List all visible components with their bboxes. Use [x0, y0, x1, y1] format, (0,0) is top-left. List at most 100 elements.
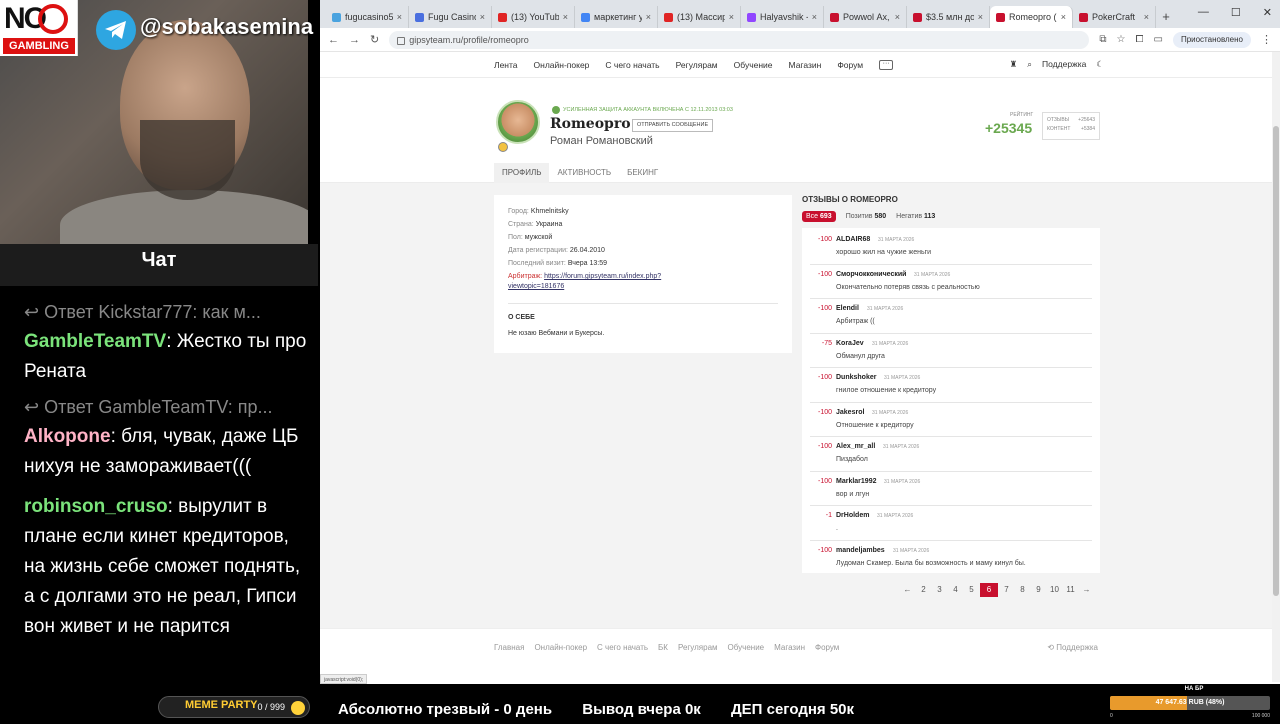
page-link[interactable]: ←	[900, 583, 915, 597]
review-author[interactable]: Marklar1992	[836, 478, 876, 485]
page-link[interactable]: →	[1079, 583, 1094, 597]
info-value: 26.04.2010	[569, 247, 605, 254]
sidebar-icon[interactable]: ▭	[1153, 34, 1162, 45]
page-link[interactable]: 9	[1031, 583, 1046, 597]
tab-activity[interactable]: АКТИВНОСТЬ	[549, 163, 619, 183]
tab-backing[interactable]: БЕКИНГ	[619, 163, 666, 183]
support-link[interactable]: Поддержка	[1042, 59, 1086, 70]
maximize-icon[interactable]: ☐	[1231, 6, 1241, 19]
browser-tab[interactable]: (13) Массировани ×	[658, 6, 741, 28]
arbitrage-link-cont[interactable]: viewtopic=181676	[508, 283, 564, 290]
new-tab-button[interactable]: +	[1156, 6, 1176, 28]
tab-close-icon[interactable]: ×	[729, 12, 734, 22]
review-item: -100 Сморчокконический 31 МАРТА 2026 Оконча…	[810, 265, 1092, 299]
bookmark-star-icon[interactable]: ☆	[1117, 34, 1126, 45]
send-message-button[interactable]: ОТПРАВИТЬ СООБЩЕНИЕ	[632, 119, 714, 132]
profile-chip[interactable]: Приостановлено	[1172, 31, 1251, 48]
footer-nav-item[interactable]: Онлайн-покер	[534, 643, 587, 652]
info-value: Украина	[535, 221, 563, 228]
footer-nav-item[interactable]: Магазин	[774, 643, 805, 652]
tab-close-icon[interactable]: ×	[812, 12, 817, 22]
url-field[interactable]: gipsyteam.ru/profile/romeopro	[389, 30, 1090, 49]
browser-tab[interactable]: $3.5 млн долгов, / ×	[907, 6, 990, 28]
page-link[interactable]: 11	[1063, 583, 1078, 597]
footer-nav-item[interactable]: С чего начать	[597, 643, 648, 652]
filter-all[interactable]: Все 693	[802, 211, 836, 222]
filter-positive[interactable]: Позитив 580	[846, 213, 886, 220]
chat-message: GambleTeamTV: Жестко ты про Рената	[24, 327, 308, 387]
browser-tab[interactable]: маркетинг ударил ×	[575, 6, 658, 28]
extensions-icon[interactable]: ⧠	[1135, 34, 1143, 45]
review-item: -1 DrHoldem 31 МАРТА 2026.	[810, 506, 1092, 541]
scrollbar-thumb[interactable]	[1273, 126, 1279, 596]
review-author[interactable]: Elendil	[836, 305, 859, 312]
site-nav-item[interactable]: Лента	[494, 60, 518, 70]
review-author[interactable]: DrHoldem	[836, 512, 869, 519]
tab-title: PokerCraft	[1092, 12, 1136, 22]
page-link[interactable]: 6	[980, 583, 998, 597]
tab-close-icon[interactable]: ×	[978, 12, 983, 22]
arbitrage-link[interactable]: https://forum.gipsyteam.ru/index.php?	[544, 273, 661, 280]
dark-mode-icon[interactable]: ☾	[1096, 59, 1104, 70]
page-link[interactable]: 7	[999, 583, 1014, 597]
site-nav-item[interactable]: С чего начать	[605, 60, 659, 70]
site-nav-item[interactable]: Обучение	[734, 60, 773, 70]
browser-tab[interactable]: (13) YouTube ×	[492, 6, 575, 28]
footer-nav-item[interactable]: Обучение	[728, 643, 765, 652]
browser-tab[interactable]: PokerCraft ×	[1073, 6, 1156, 28]
browser-tab[interactable]: fugucasino59.com ×	[326, 6, 409, 28]
review-author[interactable]: ALDAIR68	[836, 236, 870, 243]
footer-nav-item[interactable]: Регулярам	[678, 643, 718, 652]
close-window-icon[interactable]: ✕	[1263, 6, 1272, 19]
footer-nav-item[interactable]: БК	[658, 643, 668, 652]
review-author[interactable]: mandeljambes	[836, 547, 885, 554]
browser-tab[interactable]: Halyavshik - Twitch ×	[741, 6, 824, 28]
page-link[interactable]: 2	[916, 583, 931, 597]
more-menu-button[interactable]: ···	[879, 59, 894, 70]
site-nav-item[interactable]: Форум	[837, 60, 863, 70]
tab-close-icon[interactable]: ×	[1144, 12, 1149, 22]
site-nav-item[interactable]: Регулярам	[676, 60, 718, 70]
footer-nav-item[interactable]: Главная	[494, 643, 524, 652]
browser-tab[interactable]: Romeopro (Роман ×	[990, 6, 1073, 28]
review-score: -100	[817, 374, 832, 381]
tab-close-icon[interactable]: ×	[646, 12, 651, 22]
page-link[interactable]: 5	[964, 583, 979, 597]
scrollbar[interactable]	[1272, 52, 1280, 682]
browser-tab[interactable]: Powwol Ах, зачем ×	[824, 6, 907, 28]
forward-icon[interactable]: →	[349, 34, 360, 46]
tab-close-icon[interactable]: ×	[1061, 12, 1066, 22]
page-link[interactable]: 4	[948, 583, 963, 597]
footer-nav-item[interactable]: Форум	[815, 643, 839, 652]
tab-close-icon[interactable]: ×	[480, 12, 485, 22]
tab-close-icon[interactable]: ×	[895, 12, 900, 22]
review-author[interactable]: Alex_mr_all	[836, 443, 875, 450]
menu-icon[interactable]: ⋮	[1261, 33, 1272, 46]
tab-profile[interactable]: ПРОФИЛЬ	[494, 163, 550, 183]
filter-negative[interactable]: Негатив 113	[896, 213, 935, 220]
tab-close-icon[interactable]: ×	[397, 12, 402, 22]
minimize-icon[interactable]: —	[1198, 6, 1209, 19]
review-author[interactable]: Сморчокконический	[836, 271, 906, 278]
filter-all-label: Все	[806, 213, 819, 220]
site-nav-item[interactable]: Магазин	[789, 60, 822, 70]
page-link[interactable]: 3	[932, 583, 947, 597]
review-item: -100 Dunkshoker 31 МАРТА 2026 гнилое отноше…	[810, 368, 1092, 403]
page-link[interactable]: 10	[1047, 583, 1062, 597]
review-author[interactable]: KoraJev	[836, 340, 864, 347]
chat-log: ↩ Ответ Kickstar777: как м... GambleTeamT…	[0, 286, 318, 720]
review-author[interactable]: Dunkshoker	[836, 374, 876, 381]
back-icon[interactable]: ←	[328, 34, 339, 46]
window-controls: — ☐ ✕	[1198, 6, 1272, 19]
page-link[interactable]: 8	[1015, 583, 1030, 597]
site-nav-item[interactable]: Онлайн-покер	[534, 60, 590, 70]
tab-close-icon[interactable]: ×	[563, 12, 568, 22]
reload-icon[interactable]: ↻	[370, 33, 379, 46]
browser-tab[interactable]: Fugu Casino (Фугу ×	[409, 6, 492, 28]
review-author[interactable]: Jakesrol	[836, 409, 864, 416]
install-icon[interactable]: ⧉	[1099, 34, 1106, 45]
search-icon[interactable]: ⌕	[1027, 59, 1032, 70]
footer-support-link[interactable]: ⟲ Поддержка	[1047, 643, 1098, 652]
tab-title: (13) YouTube	[511, 12, 559, 22]
notification-icon[interactable]: ♜	[1010, 59, 1018, 70]
